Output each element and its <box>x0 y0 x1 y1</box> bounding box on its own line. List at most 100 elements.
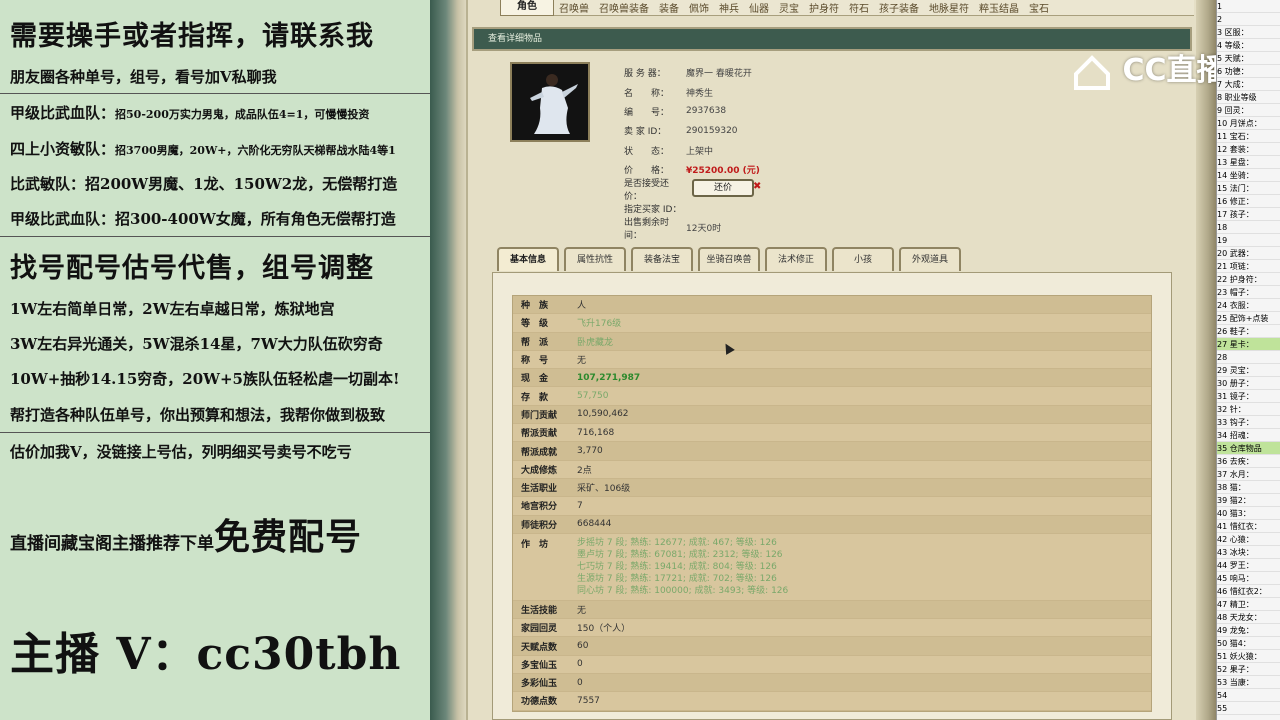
detail-tab[interactable]: 基本信息 <box>497 247 559 271</box>
nav-tab[interactable]: 仙器 <box>744 0 774 15</box>
row-label: 存 款 <box>521 392 549 403</box>
sheet-row[interactable]: 47 精卫： <box>1217 598 1280 611</box>
nav-tab[interactable]: 孩子装备 <box>874 0 924 15</box>
row-label: 帮派成就 <box>521 447 558 458</box>
nav-tab[interactable]: 地脉星符 <box>924 0 974 15</box>
sheet-row[interactable]: 7 大成： <box>1217 78 1280 91</box>
sheet-row[interactable]: 40 猫3： <box>1217 507 1280 520</box>
sheet-row[interactable]: 55 <box>1217 702 1280 715</box>
sheet-row[interactable]: 27 星卡： <box>1217 338 1280 351</box>
sheet-row[interactable]: 10 月饼点： <box>1217 117 1280 130</box>
row-value: 668444 <box>577 519 612 530</box>
sheet-row[interactable]: 41 惜红衣： <box>1217 520 1280 533</box>
id-value: 2937638 <box>686 106 727 117</box>
sheet-row[interactable]: 19 <box>1217 234 1280 247</box>
ad-line: 朋友圈各种单号，组号，看号加V私聊我 <box>10 68 277 86</box>
sheet-row[interactable]: 31 镜子： <box>1217 390 1280 403</box>
sheet-row[interactable]: 29 灵宝： <box>1217 364 1280 377</box>
nav-tab[interactable]: 召唤兽 <box>554 0 594 15</box>
sheet-row[interactable]: 35 仓库物品 <box>1217 442 1280 455</box>
sheet-row[interactable]: 42 心猿： <box>1217 533 1280 546</box>
sheet-row[interactable]: 37 水月： <box>1217 468 1280 481</box>
sheet-row[interactable]: 1 <box>1217 0 1280 13</box>
sheet-row[interactable]: 50 猫4： <box>1217 637 1280 650</box>
sheet-row[interactable]: 39 猫2： <box>1217 494 1280 507</box>
sheet-row[interactable]: 4 等级： <box>1217 39 1280 52</box>
sheet-row[interactable]: 34 招魂： <box>1217 429 1280 442</box>
nav-tab[interactable]: 装备 <box>654 0 684 15</box>
sheet-row[interactable]: 51 妖火猿： <box>1217 650 1280 663</box>
divider <box>0 432 430 433</box>
sheet-row[interactable]: 46 惜红衣2： <box>1217 585 1280 598</box>
sheet-row[interactable]: 53 当康： <box>1217 676 1280 689</box>
detail-tab[interactable]: 坐骑召唤兽 <box>698 247 760 271</box>
status-value: 上架中 <box>686 146 714 157</box>
sheet-row[interactable]: 32 针： <box>1217 403 1280 416</box>
detail-tab[interactable]: 外观道具 <box>899 247 961 271</box>
sheet-row[interactable]: 45 响马： <box>1217 572 1280 585</box>
ad-line: 甲级比武血队：招50-200万实力男鬼，成品队伍4=1，可慢慢投资 <box>10 104 370 122</box>
sheet-row[interactable]: 18 <box>1217 221 1280 234</box>
sheet-row[interactable]: 36 去疾： <box>1217 455 1280 468</box>
detail-tab[interactable]: 法术修正 <box>765 247 827 271</box>
nav-tab[interactable]: 护身符 <box>804 0 844 15</box>
table-row: 帮派成就 3,770 <box>513 442 1151 461</box>
sheet-row[interactable]: 11 宝石： <box>1217 130 1280 143</box>
sheet-row[interactable]: 21 项链： <box>1217 260 1280 273</box>
sheet-row[interactable]: 24 衣服： <box>1217 299 1280 312</box>
row-value: 0 <box>577 677 583 688</box>
row-value: 716,168 <box>577 427 615 438</box>
detail-tab[interactable]: 装备法宝 <box>631 247 693 271</box>
ad-line: 甲级比武血队：招300-400W女魔，所有角色无偿帮打造 <box>10 210 396 228</box>
counter-offer-button[interactable]: 还价 <box>692 179 754 197</box>
nav-tab[interactable]: 灵宝 <box>774 0 804 15</box>
sheet-row[interactable]: 15 法门： <box>1217 182 1280 195</box>
close-icon[interactable]: ✖ <box>753 181 761 192</box>
detail-tab[interactable]: 属性抗性 <box>564 247 626 271</box>
sheet-row[interactable]: 28 <box>1217 351 1280 364</box>
sheet-row[interactable]: 12 套装： <box>1217 143 1280 156</box>
sheet-row[interactable]: 23 帽子： <box>1217 286 1280 299</box>
sheet-row[interactable]: 20 武器： <box>1217 247 1280 260</box>
nav-tab[interactable]: 召唤兽装备 <box>594 0 654 15</box>
price-value: ¥25200.00 (元) <box>686 166 760 177</box>
row-label: 等 级 <box>521 319 549 330</box>
sheet-row[interactable]: 5 天赋： <box>1217 52 1280 65</box>
nav-tab[interactable]: 神兵 <box>714 0 744 15</box>
table-row: 家园回灵 150（个人） <box>513 619 1151 638</box>
sheet-row[interactable]: 17 孩子： <box>1217 208 1280 221</box>
row-value: 人 <box>577 301 587 312</box>
sheet-row[interactable]: 2 <box>1217 13 1280 26</box>
sheet-row[interactable]: 26 鞋子： <box>1217 325 1280 338</box>
sheet-row[interactable]: 48 天龙女： <box>1217 611 1280 624</box>
sheet-row[interactable]: 3 区服： <box>1217 26 1280 39</box>
category-nav: 角色 召唤兽 召唤兽装备 装备 佩饰 神兵 仙器 灵宝 护身符 符石 孩子装备 地脉星符 粹玉结晶 宝石 <box>500 0 1194 16</box>
ad-line: 估价加我V，没链接上号估，列明细买号卖号不吃亏 <box>10 443 352 461</box>
ad-line: 帮打造各种队伍单号，你出预算和想法，我帮你做到极致 <box>10 406 386 424</box>
nav-tab[interactable]: 符石 <box>844 0 874 15</box>
sheet-row[interactable]: 25 配饰+点装 <box>1217 312 1280 325</box>
sheet-row[interactable]: 43 冰块： <box>1217 546 1280 559</box>
sheet-row[interactable]: 30 册子： <box>1217 377 1280 390</box>
sheet-row[interactable]: 33 钩子： <box>1217 416 1280 429</box>
nav-tab[interactable]: 角色 <box>500 0 554 16</box>
sheet-row[interactable]: 54 <box>1217 689 1280 702</box>
row-label: 天赋点数 <box>521 642 558 653</box>
sheet-row[interactable]: 16 修正： <box>1217 195 1280 208</box>
workshop-line: 同心坊 7 段; 熟练: 100000; 成就: 3493; 等级: 126 <box>577 585 789 596</box>
row-value: 2点 <box>577 465 592 476</box>
nav-tab[interactable]: 粹玉结晶 <box>974 0 1024 15</box>
detail-tab[interactable]: 小孩 <box>832 247 894 271</box>
sheet-row[interactable]: 13 星盘： <box>1217 156 1280 169</box>
sheet-row[interactable]: 14 坐骑： <box>1217 169 1280 182</box>
nav-tab[interactable]: 佩饰 <box>684 0 714 15</box>
sheet-row[interactable]: 8 职业等级 <box>1217 91 1280 104</box>
sheet-row[interactable]: 9 回灵： <box>1217 104 1280 117</box>
sheet-row[interactable]: 44 罗王： <box>1217 559 1280 572</box>
sheet-row[interactable]: 38 猫： <box>1217 481 1280 494</box>
sheet-row[interactable]: 49 龙兔： <box>1217 624 1280 637</box>
nav-tab[interactable]: 宝石 <box>1024 0 1054 15</box>
sheet-row[interactable]: 52 果子： <box>1217 663 1280 676</box>
sheet-row[interactable]: 22 护身符： <box>1217 273 1280 286</box>
sheet-row[interactable]: 6 功德： <box>1217 65 1280 78</box>
